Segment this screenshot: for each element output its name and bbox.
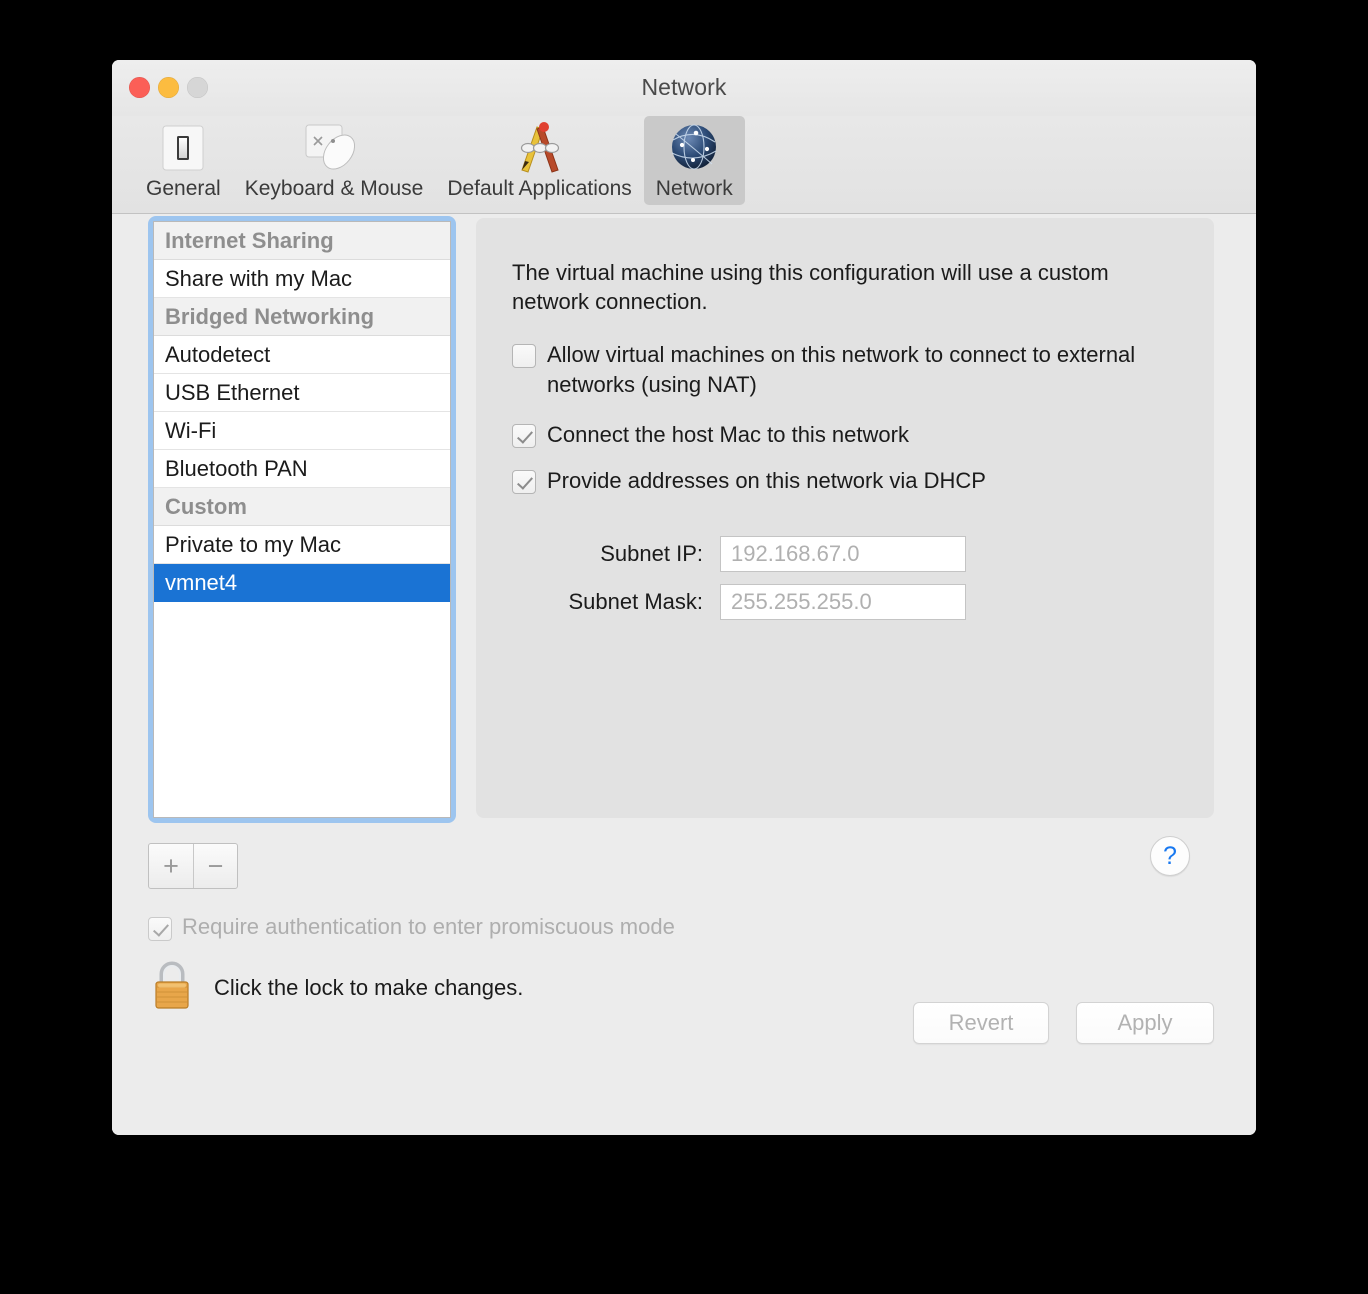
- list-focus-ring: Internet Sharing Share with my Mac Bridg…: [148, 216, 456, 823]
- subnet-mask-input[interactable]: 255.255.255.0: [720, 584, 966, 620]
- window-titlebar: Network: [112, 60, 1256, 116]
- checkbox-row-nat[interactable]: Allow virtual machines on this network t…: [512, 340, 1182, 400]
- globe-network-icon: [666, 120, 722, 176]
- list-add-remove-controls: + −: [148, 843, 238, 889]
- promiscuous-mode-label: Require authentication to enter promiscu…: [182, 914, 675, 939]
- subnet-ip-input[interactable]: 192.168.67.0: [720, 536, 966, 572]
- tab-network[interactable]: Network: [643, 116, 745, 205]
- nat-checkbox-label: Allow virtual machines on this network t…: [547, 342, 1136, 397]
- network-preferences-window: Network General Keyboard & Mouse Default…: [112, 60, 1256, 1135]
- tab-keyboard-mouse-label: Keyboard & Mouse: [244, 177, 424, 200]
- connect-host-checkbox-label: Connect the host Mac to this network: [547, 422, 909, 447]
- panel-description: The virtual machine using this configura…: [512, 260, 1109, 314]
- tab-default-applications-label: Default Applications: [447, 177, 632, 200]
- list-item-wi-fi[interactable]: Wi-Fi: [154, 412, 450, 450]
- dhcp-checkbox-label: Provide addresses on this network via DH…: [547, 468, 986, 493]
- trackpad-mouse-icon: [301, 120, 367, 176]
- padlock-closed-icon[interactable]: [148, 956, 196, 1019]
- checkbox-row-connect-host[interactable]: Connect the host Mac to this network: [512, 420, 1182, 450]
- lock-row[interactable]: Click the lock to make changes.: [148, 956, 523, 1019]
- subnet-ip-row: Subnet IP: 192.168.67.0: [512, 536, 966, 572]
- subnet-ip-label: Subnet IP:: [600, 541, 703, 566]
- tab-default-applications[interactable]: Default Applications: [435, 116, 643, 205]
- revert-button[interactable]: Revert: [913, 1002, 1049, 1044]
- subnet-mask-row: Subnet Mask: 255.255.255.0: [512, 584, 966, 620]
- add-network-button[interactable]: +: [149, 844, 193, 888]
- list-group-custom: Custom: [154, 488, 450, 526]
- tab-keyboard-mouse[interactable]: Keyboard & Mouse: [233, 116, 436, 205]
- network-list-container: Internet Sharing Share with my Mac Bridg…: [148, 216, 456, 823]
- window-title: Network: [641, 74, 727, 100]
- subnet-mask-label: Subnet Mask:: [568, 589, 703, 614]
- help-button[interactable]: ?: [1150, 836, 1190, 876]
- preferences-toolbar: General Keyboard & Mouse Default Applica…: [112, 116, 1256, 214]
- pencil-brush-chain-icon: [510, 120, 570, 176]
- promiscuous-mode-checkbox[interactable]: [148, 917, 172, 941]
- list-item-autodetect[interactable]: Autodetect: [154, 336, 450, 374]
- list-item-share-with-my-mac[interactable]: Share with my Mac: [154, 260, 450, 298]
- nat-checkbox[interactable]: [512, 344, 536, 368]
- tab-general[interactable]: General: [134, 116, 233, 205]
- light-switch-icon: [156, 120, 210, 176]
- lock-instruction-text: Click the lock to make changes.: [214, 974, 524, 1000]
- dhcp-checkbox[interactable]: [512, 470, 536, 494]
- list-item-vmnet4[interactable]: vmnet4: [154, 564, 450, 602]
- checkbox-row-dhcp[interactable]: Provide addresses on this network via DH…: [512, 466, 1182, 496]
- network-list[interactable]: Internet Sharing Share with my Mac Bridg…: [153, 221, 451, 818]
- network-detail-panel: The virtual machine using this configura…: [476, 218, 1214, 818]
- apply-button[interactable]: Apply: [1076, 1002, 1214, 1044]
- promiscuous-mode-row[interactable]: Require authentication to enter promiscu…: [148, 914, 675, 941]
- connect-host-checkbox[interactable]: [512, 424, 536, 448]
- list-item-private-to-my-mac[interactable]: Private to my Mac: [154, 526, 450, 564]
- list-group-internet-sharing: Internet Sharing: [154, 222, 450, 260]
- tab-network-label: Network: [655, 177, 733, 200]
- remove-network-button[interactable]: −: [193, 844, 237, 888]
- preferences-content: Internet Sharing Share with my Mac Bridg…: [112, 214, 1256, 1135]
- list-item-bluetooth-pan[interactable]: Bluetooth PAN: [154, 450, 450, 488]
- list-item-usb-ethernet[interactable]: USB Ethernet: [154, 374, 450, 412]
- list-group-bridged-networking: Bridged Networking: [154, 298, 450, 336]
- tab-general-label: General: [146, 177, 221, 200]
